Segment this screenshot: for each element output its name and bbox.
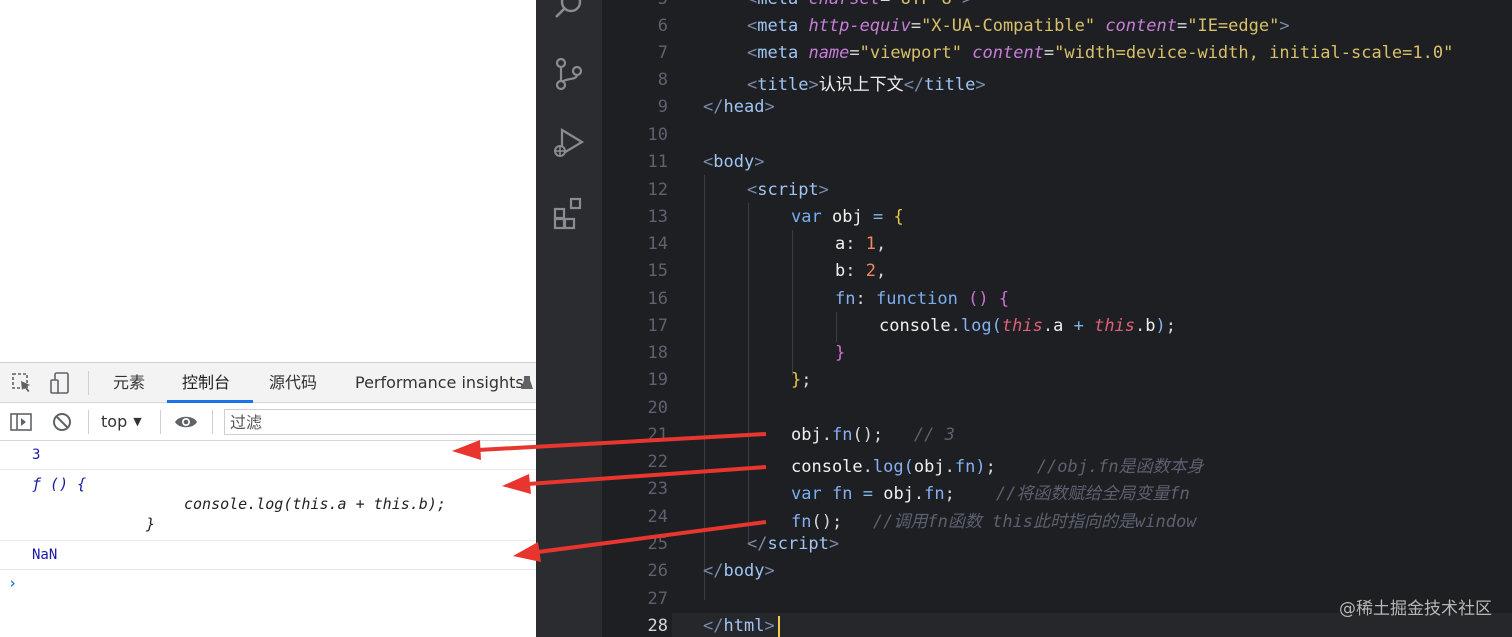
indent-guide (704, 175, 705, 600)
console-fn-signature: ƒ () { (32, 475, 87, 493)
code-line[interactable]: obj.fn(); // 3 (791, 425, 955, 445)
search-icon[interactable] (549, 0, 589, 26)
line-number: 19 (647, 370, 668, 390)
tab-performance-insights[interactable]: Performance insights (355, 363, 524, 403)
context-selector-label: top (101, 412, 128, 431)
line-number: 26 (647, 561, 668, 581)
filter-input[interactable] (224, 409, 536, 435)
code-editor: 5 6 7 8 9 10 11 12 13 14 15 16 17 18 19 … (536, 0, 1512, 637)
run-debug-icon[interactable] (549, 123, 589, 163)
sidebar-toggle-icon[interactable] (9, 410, 33, 434)
line-number: 15 (647, 261, 668, 281)
code-line[interactable]: } (835, 343, 845, 363)
console-value: NaN (32, 547, 58, 563)
tab-console[interactable]: 控制台 (182, 363, 230, 403)
code-line[interactable]: fn: function () { (835, 289, 1009, 309)
code-line[interactable]: <meta http-equiv="X-UA-Compatible" conte… (747, 16, 1290, 36)
clear-console-icon[interactable] (50, 410, 74, 434)
line-number: 23 (647, 479, 668, 499)
line-number: 11 (647, 152, 668, 172)
console-toolbar: top ▼ (0, 403, 536, 441)
code-line[interactable]: <meta name="viewport" content="width=dev… (747, 43, 1453, 63)
tab-sources[interactable]: 源代码 (269, 363, 317, 403)
code-line[interactable]: console.log(obj.fn); //obj.fn是函数本身 (791, 452, 1204, 477)
browser-window: 元素 控制台 源代码 Performance insights top ▼ 过滤… (0, 0, 536, 637)
line-number: 18 (647, 343, 668, 363)
activity-bar (536, 0, 602, 637)
code-line[interactable]: }; (791, 370, 812, 390)
text-cursor (778, 616, 780, 637)
line-number-current: 28 (647, 616, 668, 636)
console-entry[interactable]: ƒ () { console.log(this.a + this.b); } (0, 470, 536, 541)
indent-guide (792, 230, 793, 375)
code-line[interactable]: </head> (703, 97, 775, 117)
tab-separator (88, 371, 89, 395)
code-line[interactable]: <title>认识上下文</title> (747, 70, 986, 95)
context-selector[interactable]: top ▼ (94, 409, 142, 435)
watermark: @稀土掘金技术社区 (1339, 599, 1492, 619)
live-expression-icon[interactable] (174, 410, 198, 434)
devtools-tabbar: 元素 控制台 源代码 Performance insights (0, 363, 536, 403)
line-number: 24 (647, 507, 668, 527)
code-line[interactable]: </script> (747, 534, 839, 554)
console-value: 3 (32, 447, 41, 463)
line-number: 8 (657, 70, 668, 90)
line-number: 27 (647, 589, 668, 609)
chevron-down-icon: ▼ (133, 415, 142, 428)
console-entry: 3 (0, 442, 536, 470)
line-number: 5 (608, 0, 668, 9)
devtools-panel: 元素 控制台 源代码 Performance insights top ▼ 过滤… (0, 362, 536, 637)
line-number: 21 (647, 425, 668, 445)
line-number: 10 (647, 125, 668, 145)
line-number: 6 (657, 16, 668, 36)
indent-guide (748, 203, 749, 543)
code-line[interactable]: </body> (703, 561, 775, 581)
tab-elements[interactable]: 元素 (113, 363, 145, 403)
line-number: 9 (657, 97, 668, 117)
toolbar-separator (212, 410, 213, 434)
extensions-icon[interactable] (549, 193, 589, 233)
console-prompt[interactable]: › (8, 574, 17, 592)
line-number: 22 (647, 452, 668, 472)
line-number: 17 (647, 316, 668, 336)
line-number: 14 (647, 234, 668, 254)
code-line[interactable]: var obj = { (791, 207, 904, 227)
inspect-icon[interactable] (10, 371, 34, 395)
line-number-gutter: 5 6 7 8 9 10 11 12 13 14 15 16 17 18 19 … (602, 0, 672, 637)
code-line[interactable]: fn(); //调用fn函数 this此时指向的是window (791, 507, 1196, 532)
line-number: 16 (647, 289, 668, 309)
toolbar-separator (160, 410, 161, 434)
code-line[interactable]: <body> (703, 152, 764, 172)
line-number: 12 (647, 180, 668, 200)
code-line-current[interactable]: </html> (703, 616, 775, 636)
flask-icon (518, 371, 536, 395)
console-entry: NaN (0, 541, 536, 570)
device-toggle-icon[interactable] (48, 371, 72, 395)
indent-guide (836, 312, 837, 342)
console-fn-close: } (146, 515, 156, 533)
console-output: 3 ƒ () { console.log(this.a + this.b); }… (0, 442, 536, 637)
source-control-icon[interactable] (549, 54, 589, 94)
toolbar-separator (88, 410, 89, 434)
code-line[interactable]: <meta charset="UTF-8"> (747, 0, 972, 9)
code-line[interactable]: var fn = obj.fn; //将函数赋给全局变量fn (791, 479, 1190, 504)
code-line[interactable]: b: 2, (835, 261, 886, 281)
code-line[interactable]: <script> (747, 180, 829, 200)
code-line[interactable]: a: 1, (835, 234, 886, 254)
page-viewport (0, 0, 536, 362)
line-number: 25 (647, 534, 668, 554)
line-number: 13 (647, 207, 668, 227)
code-line[interactable]: console.log(this.a + this.b); (879, 316, 1176, 336)
line-number: 20 (647, 398, 668, 418)
line-number: 7 (657, 43, 668, 63)
console-fn-body: console.log(this.a + this.b); (184, 495, 446, 513)
